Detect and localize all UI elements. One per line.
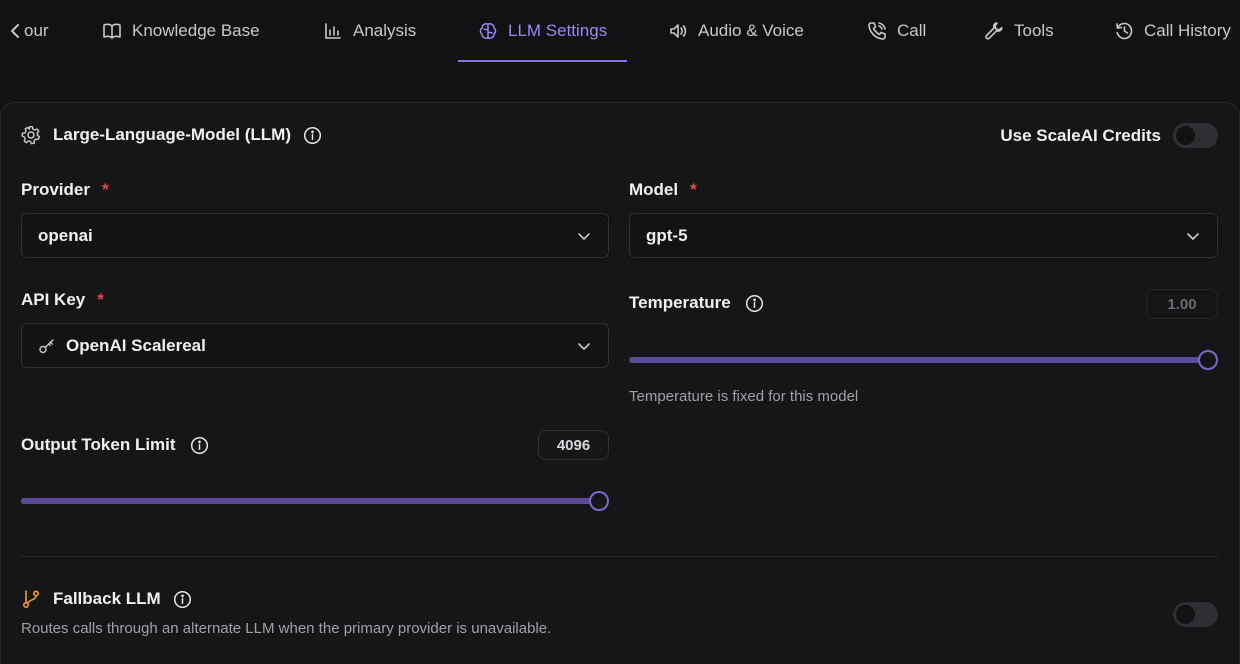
tab-tools[interactable]: Tools	[984, 0, 1054, 62]
model-value: gpt-5	[646, 225, 688, 245]
slider-thumb[interactable]	[589, 491, 609, 511]
required-marker: *	[97, 290, 104, 309]
output-token-value: 4096	[556, 436, 591, 454]
credits-toggle[interactable]	[1173, 123, 1218, 148]
scaleai-credits-control: Use ScaleAI Credits	[1000, 123, 1218, 148]
llm-settings-card	[0, 102, 1240, 664]
history-icon	[1114, 21, 1134, 41]
output-token-slider[interactable]	[21, 491, 609, 511]
bar-chart-icon	[323, 21, 343, 41]
temperature-slider	[629, 350, 1218, 370]
section-divider	[21, 556, 1217, 557]
chevron-down-icon	[1185, 228, 1201, 244]
fallback-header: Fallback LLM	[21, 589, 192, 609]
output-token-label: Output Token Limit	[21, 435, 209, 455]
git-branch-icon	[21, 589, 41, 609]
tab-analysis[interactable]: Analysis	[323, 0, 416, 62]
temperature-hint: Temperature is fixed for this model	[629, 388, 859, 405]
slider-thumb	[1198, 350, 1218, 370]
tab-call-history[interactable]: Call History	[1114, 0, 1231, 62]
api-key-value: OpenAI Scalereal	[66, 335, 206, 355]
slider-fill	[21, 498, 599, 504]
key-icon	[38, 337, 56, 355]
temperature-value: 1.00	[1167, 295, 1197, 313]
provider-value: openai	[38, 225, 93, 245]
provider-select[interactable]: openai	[21, 213, 609, 258]
slider-fill	[629, 357, 1208, 363]
info-icon[interactable]	[190, 436, 209, 455]
required-marker: *	[690, 180, 697, 199]
settings-cog-icon	[21, 125, 41, 145]
speaker-icon	[668, 21, 688, 41]
tab-label: Call History	[1144, 21, 1231, 40]
model-label: Model *	[629, 180, 697, 200]
api-key-select[interactable]: OpenAI Scalereal	[21, 323, 609, 368]
temperature-label-text: Temperature	[629, 293, 731, 312]
tab-llm-settings[interactable]: LLM Settings	[457, 0, 628, 62]
section-title: Large-Language-Model (LLM)	[53, 125, 291, 144]
tab-bar: our Knowledge Base Analysis LLM Settings…	[0, 0, 1240, 62]
chevron-down-icon	[576, 228, 592, 244]
output-token-input[interactable]: 4096	[538, 430, 609, 460]
tab-label: our	[24, 21, 49, 40]
tab-label: Knowledge Base	[132, 21, 260, 40]
chevron-left-icon[interactable]	[6, 21, 26, 41]
tab-knowledge-base[interactable]: Knowledge Base	[102, 0, 260, 62]
api-key-label-text: API Key	[21, 290, 86, 309]
tab-label: Audio & Voice	[698, 21, 804, 40]
model-select[interactable]: gpt-5	[629, 213, 1218, 258]
fallback-toggle[interactable]	[1173, 602, 1218, 627]
brain-icon	[478, 21, 498, 41]
tab-audio-voice[interactable]: Audio & Voice	[668, 0, 804, 62]
temperature-label: Temperature	[629, 293, 764, 313]
fallback-description: Routes calls through an alternate LLM wh…	[21, 620, 552, 637]
fallback-title: Fallback LLM	[53, 589, 161, 608]
output-token-label-text: Output Token Limit	[21, 435, 176, 454]
tab-label: LLM Settings	[508, 21, 608, 40]
tab-call[interactable]: Call	[867, 0, 926, 62]
info-icon[interactable]	[173, 590, 192, 609]
tab-label: Call	[897, 21, 927, 40]
chevron-down-icon	[576, 338, 592, 354]
required-marker: *	[101, 180, 109, 199]
temperature-value-input: 1.00	[1146, 289, 1218, 319]
tab-your[interactable]: our	[6, 0, 49, 62]
info-icon[interactable]	[745, 294, 764, 313]
book-icon	[102, 21, 122, 41]
info-icon[interactable]	[303, 126, 322, 145]
tab-label: Tools	[1014, 21, 1054, 40]
section-header: Large-Language-Model (LLM)	[21, 125, 322, 145]
wrench-icon	[984, 21, 1004, 41]
api-key-label: API Key *	[21, 290, 104, 310]
model-label-text: Model	[629, 180, 679, 199]
phone-icon	[867, 21, 887, 41]
provider-label: Provider *	[21, 180, 109, 200]
tab-label: Analysis	[353, 21, 417, 40]
credits-label: Use ScaleAI Credits	[1000, 125, 1161, 145]
provider-label-text: Provider	[21, 180, 90, 199]
